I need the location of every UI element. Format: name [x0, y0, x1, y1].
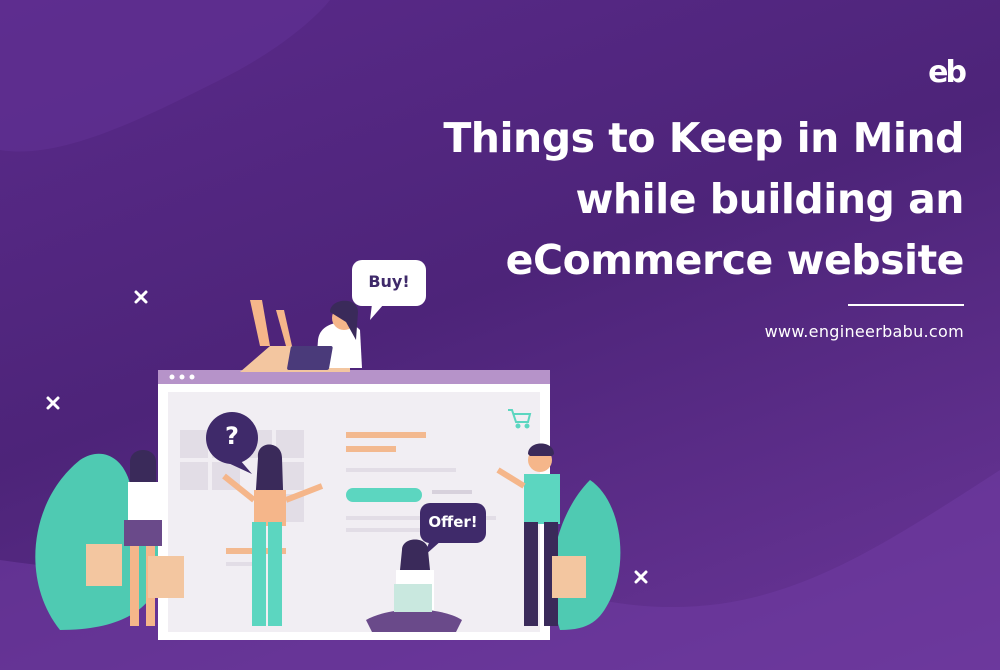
website-url[interactable]: www.engineerbabu.com: [765, 322, 964, 341]
offer-bubble-label: Offer!: [428, 513, 478, 531]
woman-lying: [240, 300, 362, 372]
headline-line-3: eCommerce website: [505, 236, 965, 284]
question-mark-label: ?: [225, 422, 239, 450]
divider-line: [848, 304, 964, 306]
browser-window: [158, 370, 550, 640]
banner: Buy! ? Offer! eb Things to Keep in Mind …: [0, 0, 1000, 670]
headline-line-1: Things to Keep in Mind: [443, 114, 964, 162]
headline-line-2: while building an: [575, 175, 965, 223]
headline: Things to Keep in Mind while building an…: [404, 108, 964, 291]
bg-wave-top: [0, 0, 330, 152]
brand-logo[interactable]: eb: [928, 58, 967, 88]
